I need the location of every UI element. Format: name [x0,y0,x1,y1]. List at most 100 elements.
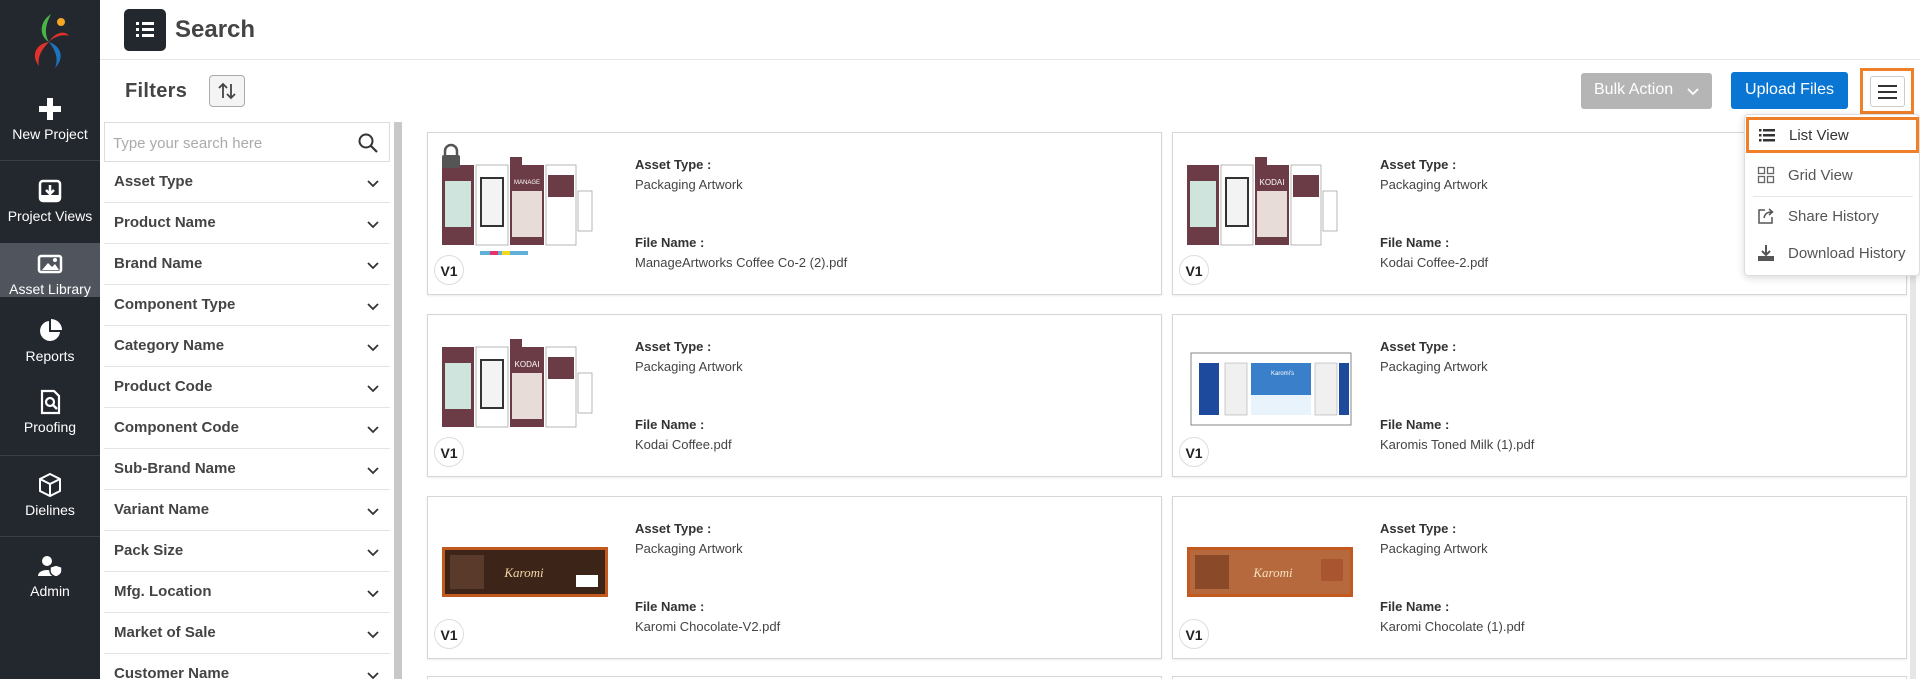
filter-component-code[interactable]: Component Code [104,408,390,449]
filter-mfg-location[interactable]: Mfg. Location [104,572,390,613]
view-options-button[interactable] [1860,68,1914,114]
file-name-value: Kodai Coffee.pdf [635,437,732,452]
version-badge: V1 [1179,255,1209,285]
nav-divider [0,536,100,537]
menu-item-grid-view[interactable]: Grid View [1745,157,1920,193]
upload-files-button[interactable]: Upload Files [1731,72,1848,109]
nav-proofing[interactable]: Proofing [0,389,100,443]
file-name-value: Karomi Chocolate (1).pdf [1380,619,1525,634]
asset-type-value: Packaging Artwork [1380,541,1488,556]
menu-item-label: Grid View [1788,167,1853,184]
nav-asset-library[interactable]: Asset Library [0,243,100,297]
asset-type-label: Asset Type : [635,339,712,354]
nav-divider [0,160,100,161]
asset-type-block: Asset Type : Packaging Artwork [1380,339,1488,374]
chevron-down-icon [367,262,379,270]
svg-text:Karomi: Karomi [503,565,544,580]
nav-label: Asset Library [9,281,91,297]
filter-component-type[interactable]: Component Type [104,285,390,326]
version-badge: V1 [434,437,464,467]
asset-card[interactable]: Karomi V1 Asset Type : Packaging Artwork… [1172,496,1907,659]
asset-type-block: Asset Type : Packaging Artwork [635,339,743,374]
filter-scrollbar[interactable] [394,122,402,679]
nav-reports[interactable]: Reports [0,318,100,372]
file-name-value: Karomi Chocolate-V2.pdf [635,619,781,634]
bulk-action-button[interactable]: Bulk Action [1581,73,1712,109]
search-input[interactable] [113,132,343,154]
header-menu-button[interactable] [124,9,166,51]
search-icon[interactable] [357,132,379,154]
download-icon [1758,245,1774,261]
asset-thumbnail: MANAGE [442,157,593,255]
nav-project-views[interactable]: Project Views [0,178,100,232]
nav-label: Dielines [25,502,75,518]
left-nav: New Project Project Views Asset Library … [0,0,100,679]
asset-card[interactable]: Karomi's V1 Asset Type : Packaging Artwo… [1172,314,1907,477]
list-icon [1759,129,1775,142]
hamburger-icon [1878,85,1897,99]
filter-asset-type[interactable]: Asset Type [104,162,390,203]
filter-brand-name[interactable]: Brand Name [104,244,390,285]
asset-type-value: Packaging Artwork [1380,359,1488,374]
file-name-value: ManageArtworks Coffee Co-2 (2).pdf [635,255,848,270]
asset-card[interactable]: MANAGE V1 Asset Type : Packaging Artwork… [427,132,1162,295]
file-name-label: File Name : [635,599,705,614]
pie-chart-icon [40,319,62,341]
filter-label: Category Name [114,337,225,354]
chevron-down-icon [367,303,379,311]
nav-new-project[interactable]: New Project [0,96,100,150]
menu-item-label: List View [1789,127,1849,144]
sort-toggle-button[interactable] [209,75,245,107]
svg-text:MANAGE: MANAGE [514,180,540,186]
asset-type-label: Asset Type : [1380,157,1457,172]
filter-label: Variant Name [114,501,210,518]
filter-sub-brand-name[interactable]: Sub-Brand Name [104,449,390,490]
nav-label: Project Views [7,208,93,224]
filter-label: Asset Type [114,173,193,190]
filter-label: Product Name [114,214,216,231]
nav-dielines[interactable]: Dielines [0,472,100,526]
asset-card[interactable]: Karomi V1 Asset Type : Packaging Artwork… [427,496,1162,659]
asset-type-label: Asset Type : [635,521,712,536]
chevron-down-icon [367,426,379,434]
app-logo-icon[interactable] [25,10,75,72]
file-name-block: File Name : Karomis Toned Milk (1).pdf [1380,417,1534,452]
asset-type-label: Asset Type : [1380,521,1457,536]
filter-customer-name[interactable]: Customer Name [104,654,390,679]
menu-item-share-history[interactable]: Share History [1745,198,1920,234]
file-name-label: File Name : [1380,599,1450,614]
grid-icon [1757,166,1775,184]
asset-thumbnail: KODAI [442,339,593,428]
menu-item-list-view[interactable]: List View [1746,117,1919,153]
menu-item-download-history[interactable]: Download History [1745,235,1920,271]
filter-label: Mfg. Location [114,583,212,600]
filter-label: Product Code [114,378,213,395]
version-badge: V1 [1179,619,1209,649]
asset-card[interactable]: KODAI V1 Asset Type : Packaging Artwork … [427,314,1162,477]
svg-text:KODAI: KODAI [1260,178,1285,187]
asset-type-block: Asset Type : Packaging Artwork [1380,157,1488,192]
svg-text:Karomi's: Karomi's [1271,371,1294,377]
filter-market-of-sale[interactable]: Market of Sale [104,613,390,654]
asset-thumbnail: Karomi [442,547,608,597]
filter-variant-name[interactable]: Variant Name [104,490,390,531]
lock-icon [442,143,460,168]
version-badge: V1 [434,619,464,649]
chevron-down-icon [367,467,379,475]
asset-type-value: Packaging Artwork [1380,177,1488,192]
file-name-block: File Name : Karomi Chocolate-V2.pdf [635,599,780,634]
chevron-down-icon [1687,88,1699,96]
user-shield-icon [38,556,63,578]
page-title: Search [175,16,256,43]
nav-admin[interactable]: Admin [0,553,100,607]
plus-icon [39,98,61,120]
asset-type-label: Asset Type : [635,157,712,172]
filter-pack-size[interactable]: Pack Size [104,531,390,572]
filter-label: Brand Name [114,255,203,272]
svg-text:Karomi: Karomi [1252,565,1293,580]
filter-product-code[interactable]: Product Code [104,367,390,408]
filter-category-name[interactable]: Category Name [104,326,390,367]
sort-arrows-icon [218,82,236,100]
filter-product-name[interactable]: Product Name [104,203,390,244]
svg-text:KODAI: KODAI [515,360,540,369]
